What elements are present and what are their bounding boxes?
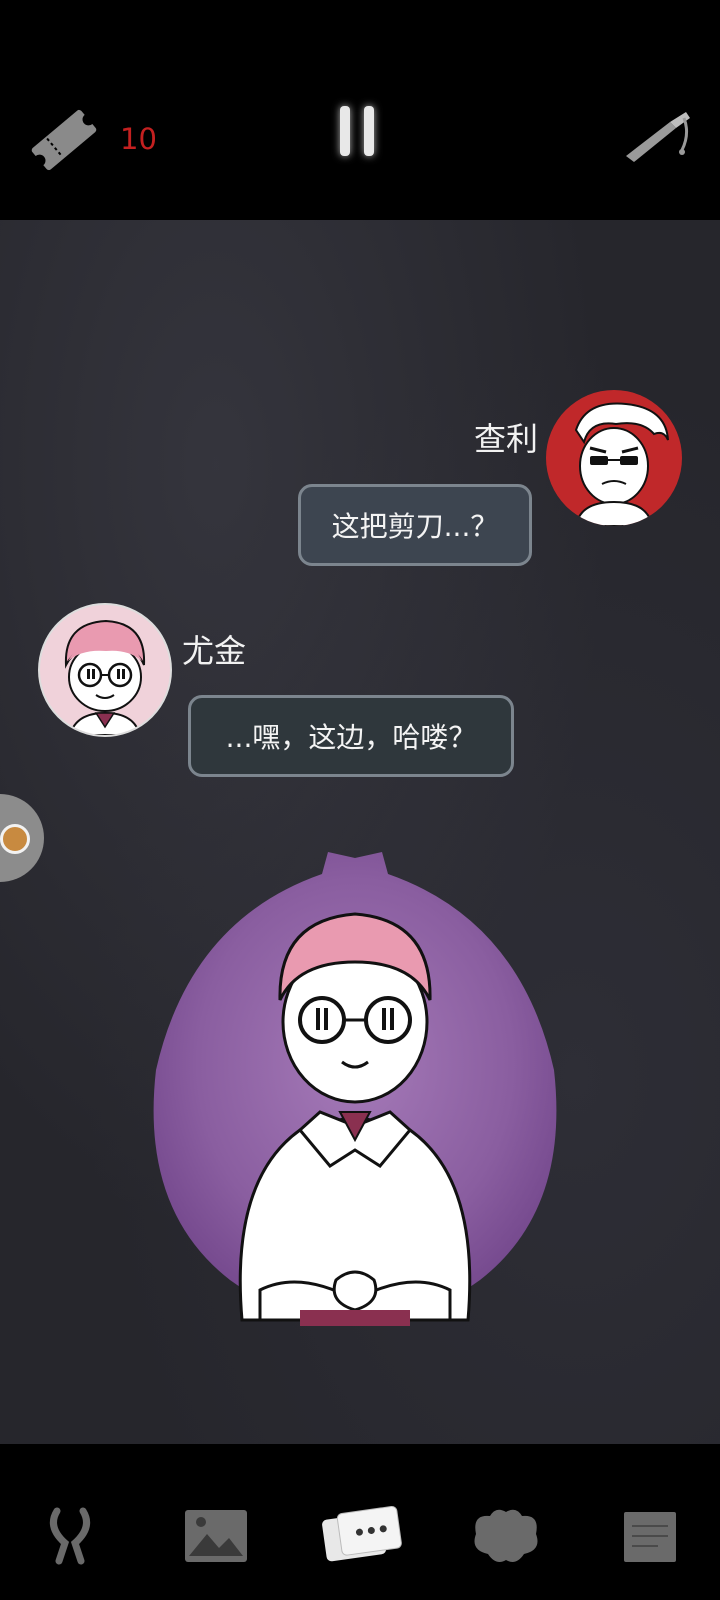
game-screen: 10 查利 这把剪刀...？ 尤金 ...嘿，这边，哈喽？ xyxy=(0,0,720,1600)
pause-button[interactable] xyxy=(330,98,390,168)
charlie-portrait-icon xyxy=(574,402,669,526)
speaker-name-eugene: 尤金 xyxy=(182,632,247,670)
nav-item-scissors[interactable] xyxy=(20,1496,120,1576)
chat-bubble-charlie: 这把剪刀...？ xyxy=(298,484,532,566)
chat-bubble-eugene: ...嘿，这边，哈喽？ xyxy=(188,695,514,777)
gallery-icon xyxy=(185,1510,247,1562)
nav-item-notes[interactable] xyxy=(600,1496,700,1576)
chat-cards-icon xyxy=(322,1505,402,1562)
nav-item-gallery[interactable] xyxy=(166,1496,266,1576)
knife-icon xyxy=(626,112,690,162)
eugene-full-portrait-icon xyxy=(153,852,557,1326)
speaker-name-charlie: 查利 xyxy=(473,420,538,458)
notes-icon xyxy=(624,1512,676,1562)
creature-icon xyxy=(474,1509,538,1562)
character-portrait xyxy=(150,850,560,1340)
nav-item-creature[interactable] xyxy=(456,1496,556,1576)
ticket-icon xyxy=(31,109,97,171)
top-bar: 10 xyxy=(0,0,720,220)
ticket-count: 10 xyxy=(120,122,157,156)
eugene-portrait-icon xyxy=(64,619,146,735)
avatar-eugene[interactable] xyxy=(38,603,172,737)
scissors-icon xyxy=(49,1507,91,1565)
avatar-charlie[interactable] xyxy=(546,390,682,526)
coin-icon xyxy=(0,824,30,854)
knife-button[interactable] xyxy=(620,104,700,174)
ticket-button[interactable] xyxy=(24,100,104,180)
nav-item-chat[interactable] xyxy=(311,1496,411,1576)
